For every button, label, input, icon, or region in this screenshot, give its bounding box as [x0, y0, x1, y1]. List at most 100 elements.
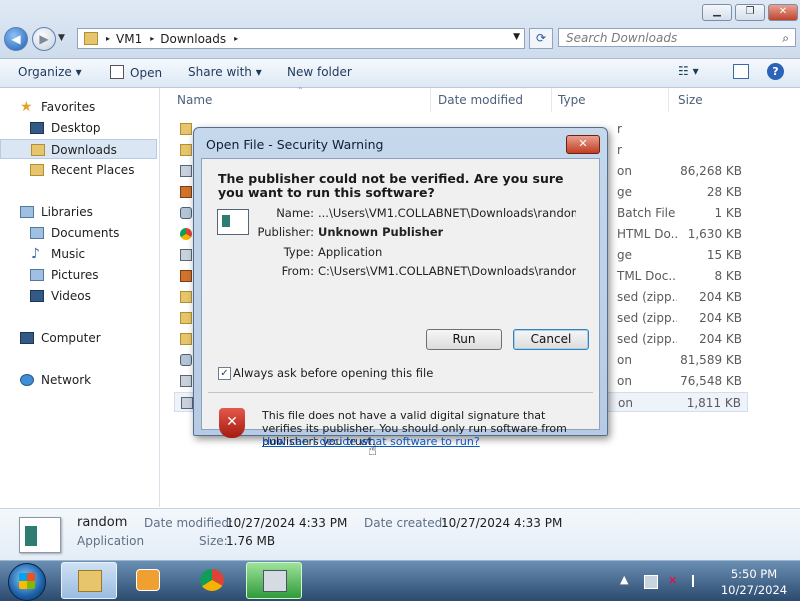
file-size: 8 KB — [714, 269, 742, 283]
recent-pages-dropdown[interactable]: ▼ — [58, 33, 65, 43]
breadcrumb-separator[interactable]: ▸ — [234, 34, 238, 43]
notification-area: ▲ ✕ — [620, 573, 694, 589]
dialog-close-button[interactable]: ✕ — [566, 135, 600, 154]
file-type: sed (zipp... — [617, 311, 677, 325]
nav-label: Network — [41, 373, 92, 387]
nav-desktop[interactable]: Desktop — [0, 118, 157, 138]
refresh-button[interactable]: ⟳ — [529, 28, 553, 49]
column-divider[interactable] — [430, 88, 431, 112]
breadcrumb-separator[interactable]: ▸ — [150, 34, 154, 43]
taskbar-chrome[interactable] — [184, 562, 240, 599]
zip-icon — [180, 291, 192, 303]
address-bar[interactable]: ▸ VM1 ▸ Downloads ▸ ▼ — [77, 28, 525, 49]
action-center-flag-icon[interactable] — [692, 575, 706, 587]
column-divider[interactable] — [551, 88, 552, 112]
help-button[interactable]: ? — [767, 63, 784, 80]
nav-label: Libraries — [41, 205, 93, 219]
star-icon: ★ — [20, 99, 33, 115]
taskbar-setup-program[interactable] — [246, 562, 302, 599]
pictures-icon — [30, 269, 44, 281]
nav-videos[interactable]: Videos — [0, 286, 157, 306]
command-bar: Organize ▾ Open Share with ▾ New folder … — [0, 59, 800, 88]
column-divider[interactable] — [668, 88, 669, 112]
windows-logo-icon — [19, 573, 35, 589]
column-size[interactable]: Size — [678, 93, 703, 107]
breadcrumb-separator[interactable]: ▸ — [106, 34, 110, 43]
maximize-button[interactable]: ❐ — [735, 4, 765, 21]
zip-icon — [180, 333, 192, 345]
preview-pane-icon[interactable] — [733, 64, 749, 79]
nav-documents[interactable]: Documents — [0, 223, 157, 243]
nav-libraries[interactable]: Libraries — [0, 202, 157, 222]
breadcrumb-vm1[interactable]: VM1 — [116, 32, 142, 46]
image-icon — [180, 186, 192, 198]
taskbar-explorer[interactable] — [61, 562, 117, 599]
back-button[interactable]: ◀ — [4, 27, 28, 51]
breadcrumb-downloads[interactable]: Downloads — [160, 32, 226, 46]
column-type[interactable]: Type — [558, 93, 586, 107]
nav-music[interactable]: ♪ Music — [0, 244, 157, 264]
file-type: ge — [617, 248, 632, 262]
close-window-button[interactable]: ✕ — [768, 4, 798, 21]
nav-downloads[interactable]: Downloads — [0, 139, 157, 159]
zip-icon — [180, 312, 192, 324]
nav-label: Favorites — [41, 100, 96, 114]
app-thumbnail-icon — [25, 526, 37, 546]
file-type: r — [617, 143, 622, 157]
details-file-kind: Application — [77, 534, 145, 548]
always-ask-label[interactable]: Always ask before opening this file — [233, 366, 433, 380]
always-ask-checkbox[interactable]: ✓ — [218, 367, 231, 380]
file-type: on — [618, 396, 633, 410]
app-icon — [180, 375, 192, 387]
clock[interactable]: 5:50 PM 10/27/2024 — [712, 566, 796, 598]
volume-muted-icon[interactable]: ✕ — [668, 575, 680, 587]
recent-places-icon — [30, 164, 44, 176]
nav-computer[interactable]: Computer — [0, 328, 157, 348]
change-view-button[interactable]: ☷ ▾ — [678, 64, 699, 78]
start-button[interactable] — [8, 563, 46, 601]
nav-pictures[interactable]: Pictures — [0, 265, 157, 285]
details-created-label: Date created: — [364, 516, 447, 530]
details-size-value: 1.76 MB — [226, 534, 276, 548]
setup-program-icon — [263, 570, 287, 592]
open-label: Open — [130, 66, 163, 80]
address-dropdown-icon[interactable]: ▼ — [513, 32, 520, 42]
mouse-cursor-icon: ☝ — [368, 441, 378, 459]
file-size: 81,589 KB — [680, 353, 742, 367]
nav-label: Videos — [51, 289, 91, 303]
videos-icon — [30, 290, 44, 302]
navigation-pane: ★ Favorites Desktop Downloads Recent Pla… — [0, 88, 160, 507]
run-button[interactable]: Run — [426, 329, 502, 350]
search-placeholder: Search Downloads — [566, 31, 678, 45]
network-tray-icon[interactable] — [644, 575, 658, 589]
forward-button[interactable]: ▶ — [32, 27, 56, 51]
libraries-icon — [20, 206, 34, 218]
column-date-modified[interactable]: Date modified — [438, 93, 523, 107]
organize-button[interactable]: Organize ▾ — [18, 65, 82, 79]
cancel-button[interactable]: Cancel — [513, 329, 589, 350]
from-label: From: — [281, 264, 314, 278]
music-note-icon: ♪ — [31, 246, 40, 262]
clock-date: 10/27/2024 — [720, 583, 788, 597]
explorer-icon — [78, 570, 102, 592]
search-icon[interactable]: ⌕ — [782, 29, 789, 48]
file-size: 1 KB — [714, 206, 742, 220]
type-label: Type: — [283, 245, 314, 259]
open-button[interactable]: Open — [110, 65, 162, 80]
nav-network[interactable]: Network — [0, 370, 157, 390]
app-icon — [181, 397, 193, 409]
file-size: 28 KB — [706, 185, 742, 199]
details-created-value: 10/27/2024 4:33 PM — [441, 516, 563, 530]
show-hidden-icons-button[interactable]: ▲ — [620, 573, 628, 586]
search-input[interactable]: Search Downloads ⌕ — [558, 28, 796, 47]
column-name[interactable]: Name — [177, 93, 212, 107]
media-player-icon — [136, 569, 160, 591]
share-with-button[interactable]: Share with ▾ — [188, 65, 262, 79]
taskbar-media-player[interactable] — [120, 562, 176, 599]
minimize-button[interactable]: ▁ — [702, 4, 732, 21]
publisher-label: Publisher: — [257, 225, 314, 239]
new-folder-button[interactable]: New folder — [287, 65, 352, 79]
image-icon — [180, 249, 192, 261]
nav-recent-places[interactable]: Recent Places — [0, 160, 157, 180]
nav-favorites[interactable]: ★ Favorites — [0, 97, 157, 117]
